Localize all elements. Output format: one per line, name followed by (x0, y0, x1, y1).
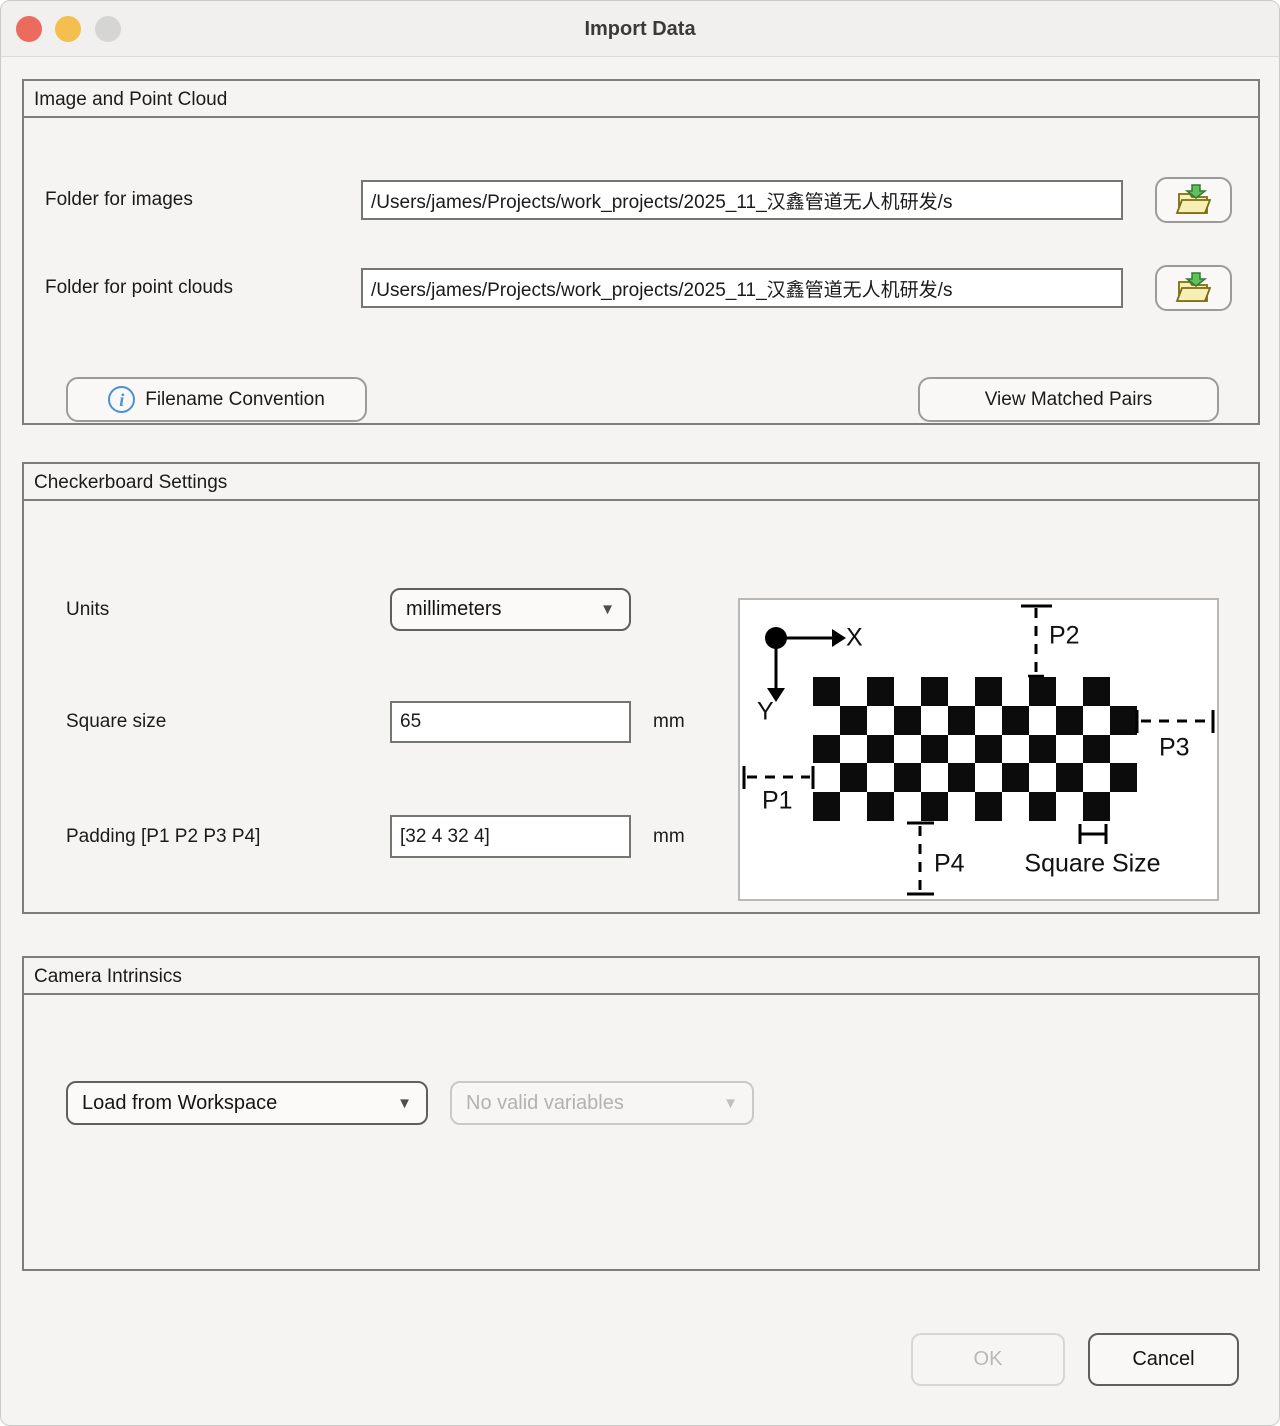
folder-import-icon (1174, 182, 1214, 218)
units-dropdown-value: millimeters (406, 598, 592, 621)
filename-convention-label: Filename Convention (145, 389, 325, 411)
square-size-input[interactable] (390, 701, 631, 743)
intrinsics-variable-value: No valid variables (466, 1092, 715, 1115)
browse-point-clouds-button[interactable] (1155, 265, 1232, 311)
intrinsics-source-dropdown[interactable]: Load from Workspace ▼ (66, 1081, 428, 1125)
p1-label: P1 (762, 787, 793, 816)
square-size-diagram-label: Square Size (1010, 850, 1175, 879)
cancel-button-label: Cancel (1132, 1348, 1194, 1371)
units-label: Units (66, 588, 109, 631)
import-data-dialog: Import Data Image and Point Cloud Folder… (0, 0, 1280, 1426)
title-bar: Import Data (1, 1, 1279, 57)
section-title: Image and Point Cloud (24, 81, 1258, 118)
view-matched-pairs-button[interactable]: View Matched Pairs (918, 377, 1219, 422)
folder-images-input[interactable] (361, 180, 1123, 220)
checkerboard-diagram: X Y P2 P3 P1 P4 Square Size (738, 598, 1219, 901)
axis-y-label: Y (757, 698, 774, 727)
info-icon: i (108, 386, 135, 413)
folder-images-label: Folder for images (45, 180, 193, 220)
filename-convention-button[interactable]: i Filename Convention (66, 377, 367, 422)
square-size-unit: mm (653, 701, 685, 743)
folder-import-icon (1174, 270, 1214, 306)
units-dropdown[interactable]: millimeters ▼ (390, 588, 631, 631)
p2-label: P2 (1049, 622, 1080, 651)
chevron-down-icon: ▼ (397, 1095, 412, 1112)
p4-label: P4 (934, 850, 965, 879)
padding-input[interactable] (390, 815, 631, 858)
ok-button: OK (911, 1333, 1065, 1386)
ok-button-label: OK (974, 1348, 1003, 1371)
padding-unit: mm (653, 815, 685, 858)
intrinsics-source-value: Load from Workspace (82, 1092, 389, 1115)
square-size-label: Square size (66, 701, 166, 743)
chevron-down-icon: ▼ (723, 1095, 738, 1112)
browse-images-button[interactable] (1155, 177, 1232, 223)
view-matched-pairs-label: View Matched Pairs (985, 389, 1153, 411)
folder-point-clouds-label: Folder for point clouds (45, 268, 233, 308)
chevron-down-icon: ▼ (600, 601, 615, 618)
cancel-button[interactable]: Cancel (1088, 1333, 1239, 1386)
section-checkerboard-settings: Checkerboard Settings Units millimeters … (22, 462, 1260, 914)
section-image-and-point-cloud: Image and Point Cloud Folder for images … (22, 79, 1260, 425)
section-title: Camera Intrinsics (24, 958, 1258, 995)
axis-x-label: X (846, 624, 863, 653)
section-title: Checkerboard Settings (24, 464, 1258, 501)
intrinsics-variable-dropdown: No valid variables ▼ (450, 1081, 754, 1125)
p3-label: P3 (1159, 734, 1190, 763)
section-camera-intrinsics: Camera Intrinsics Load from Workspace ▼ … (22, 956, 1260, 1271)
folder-point-clouds-input[interactable] (361, 268, 1123, 308)
padding-label: Padding [P1 P2 P3 P4] (66, 815, 260, 858)
window-title: Import Data (1, 1, 1279, 57)
